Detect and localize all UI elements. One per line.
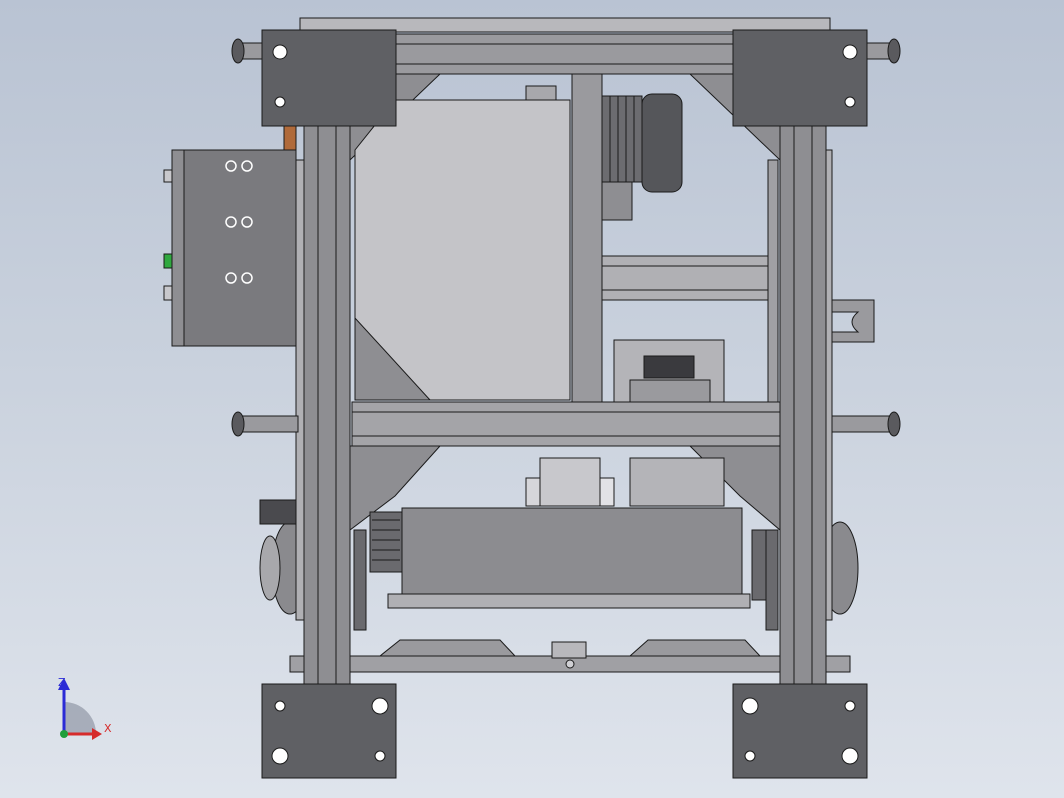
middle-crossbeam[interactable] bbox=[351, 401, 781, 447]
triad-quadrant bbox=[64, 702, 96, 734]
control-box[interactable] bbox=[163, 125, 297, 347]
left-side-rail bbox=[295, 159, 305, 621]
graphics-viewport[interactable]: Z X bbox=[0, 0, 1064, 798]
top-right-corner-plate[interactable] bbox=[732, 29, 868, 127]
fan-unit[interactable] bbox=[613, 339, 725, 405]
mid-left-bolt[interactable] bbox=[231, 411, 299, 437]
mid-right-bolt[interactable] bbox=[831, 411, 901, 437]
base-plate[interactable] bbox=[289, 639, 851, 673]
motor-housing[interactable] bbox=[354, 85, 571, 401]
triad-graphic bbox=[58, 678, 102, 740]
x-axis-label: X bbox=[104, 722, 112, 735]
right-post[interactable] bbox=[779, 125, 827, 687]
right-inner-post bbox=[767, 159, 779, 421]
cad-model-view[interactable] bbox=[0, 0, 1064, 798]
gear-motor[interactable] bbox=[601, 93, 683, 221]
gearbox[interactable] bbox=[369, 507, 751, 609]
left-post[interactable] bbox=[303, 125, 351, 687]
top-left-corner-plate[interactable] bbox=[261, 29, 397, 127]
z-axis-label: Z bbox=[58, 676, 66, 689]
fork-bracket[interactable] bbox=[829, 299, 875, 343]
orientation-triad: Z X bbox=[40, 672, 130, 752]
side-bracket bbox=[601, 255, 769, 301]
actuator-block[interactable] bbox=[525, 457, 725, 507]
bottom-left-corner-plate[interactable] bbox=[261, 683, 397, 779]
upper-left-bolt[interactable] bbox=[231, 38, 265, 64]
y-axis-dot bbox=[60, 730, 68, 738]
center-upright bbox=[571, 73, 603, 405]
bottom-right-corner-plate[interactable] bbox=[732, 683, 868, 779]
x-axis-arrow bbox=[92, 728, 102, 740]
right-side-rail bbox=[825, 149, 833, 621]
upper-right-bolt[interactable] bbox=[865, 38, 901, 64]
